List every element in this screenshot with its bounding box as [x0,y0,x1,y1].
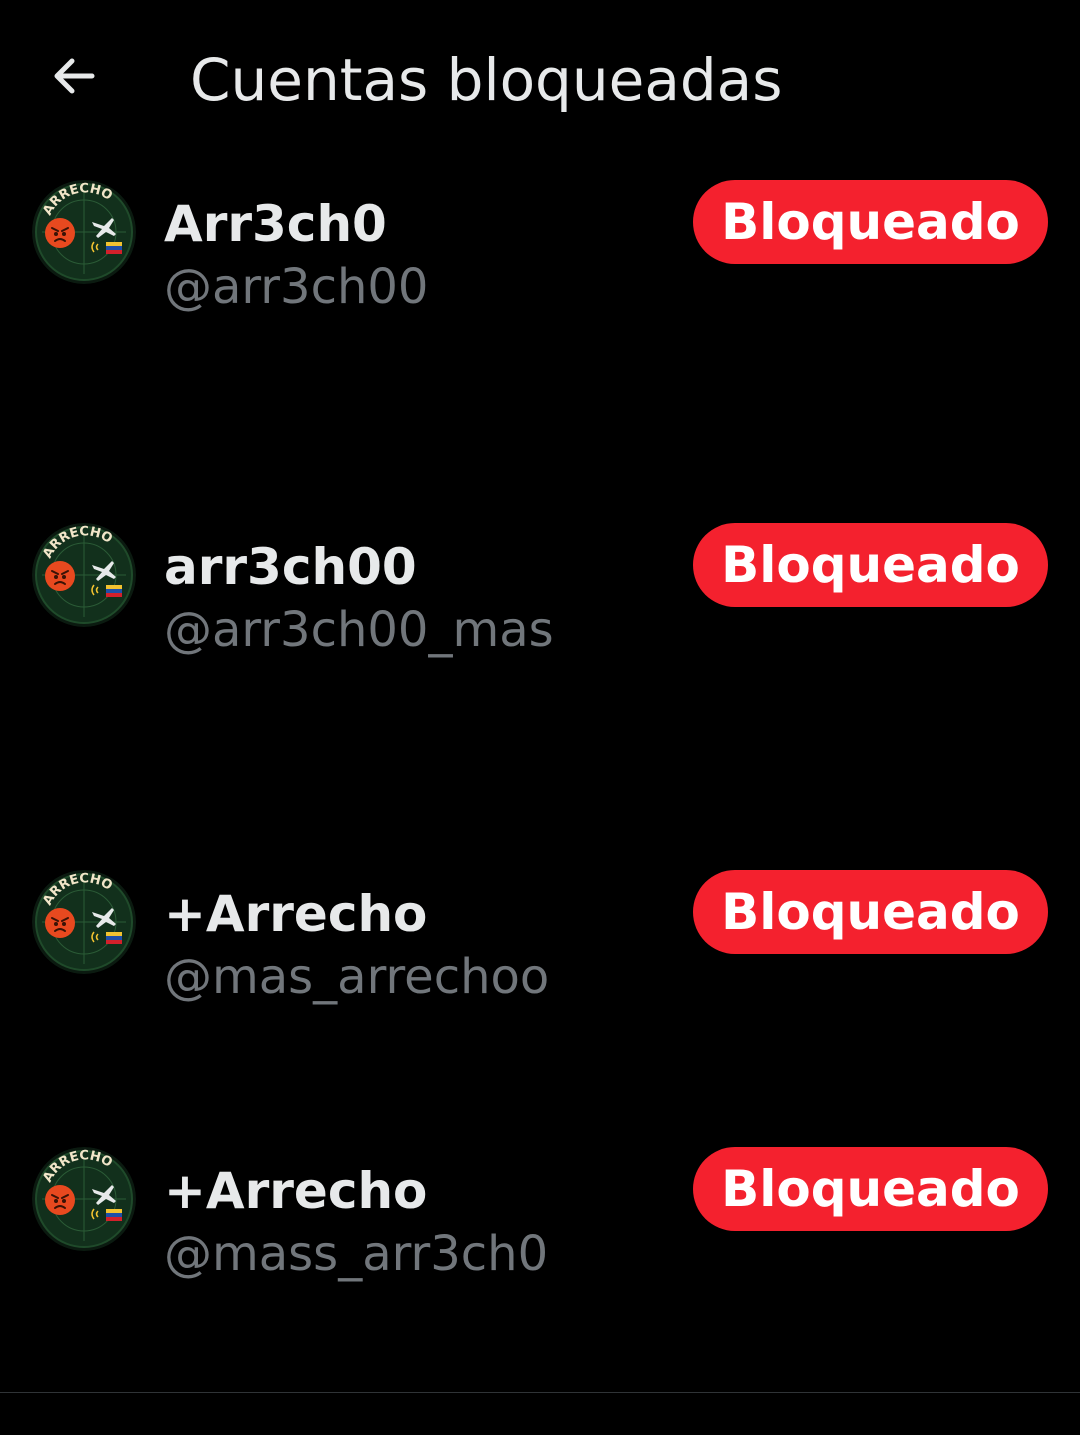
avatar[interactable]: ARRECHO [32,1147,136,1251]
list-item[interactable]: ARRECHO Arr3ch0 @arr3ch00 Bloqueado [0,180,1080,320]
arrecho-logo-icon: ARRECHO [32,1147,136,1251]
account-name: arr3ch00 [164,538,417,596]
arrecho-logo-icon: ARRECHO [32,870,136,974]
blocked-button[interactable]: Bloqueado [693,523,1048,607]
back-button[interactable] [44,46,104,106]
arrow-left-icon [54,58,95,94]
avatar[interactable]: ARRECHO [32,870,136,974]
list-item[interactable]: ARRECHO +Arrecho @mas_arrechoo Bloqueado [0,870,1080,1010]
blocked-button[interactable]: Bloqueado [693,180,1048,264]
page-title: Cuentas bloqueadas [190,46,783,114]
avatar[interactable]: ARRECHO [32,523,136,627]
account-handle: @arr3ch00 [164,259,429,315]
account-name: +Arrecho [164,885,428,943]
bottom-divider [0,1392,1080,1393]
avatar[interactable]: ARRECHO [32,180,136,284]
blocked-button[interactable]: Bloqueado [693,1147,1048,1231]
account-handle: @mas_arrechoo [164,949,550,1005]
arrecho-logo-icon: ARRECHO [32,523,136,627]
blocked-button[interactable]: Bloqueado [693,870,1048,954]
list-item[interactable]: ARRECHO +Arrecho @mass_arr3ch0 Bloqueado [0,1147,1080,1287]
account-handle: @mass_arr3ch0 [164,1226,549,1282]
list-item[interactable]: ARRECHO arr3ch00 @arr3ch00_mas Bloqueado [0,523,1080,663]
account-handle: @arr3ch00_mas [164,602,554,658]
arrecho-logo-icon: ARRECHO [32,180,136,284]
top-bar: Cuentas bloqueadas [0,0,1080,160]
account-name: Arr3ch0 [164,195,387,253]
account-name: +Arrecho [164,1162,428,1220]
